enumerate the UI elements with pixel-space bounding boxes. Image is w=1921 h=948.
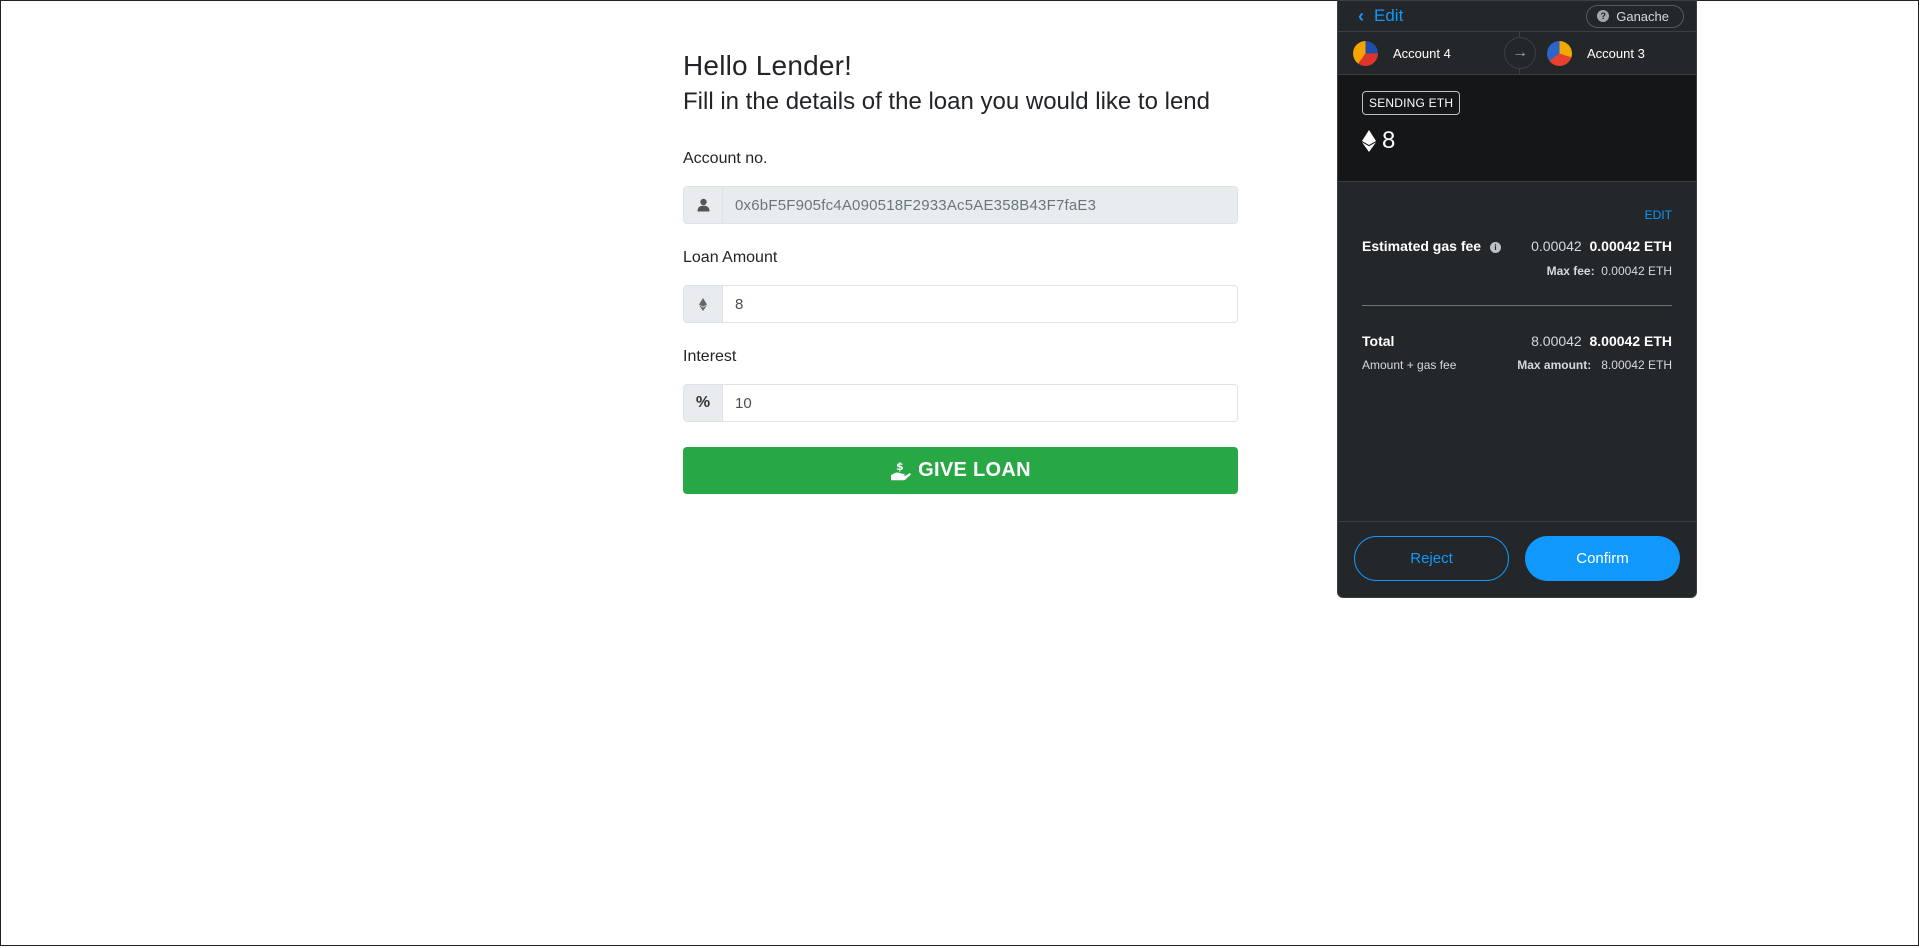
send-amount-value: 8	[1382, 127, 1396, 154]
max-fee-label: Max fee:	[1546, 264, 1595, 278]
max-amount-label: Max amount:	[1517, 358, 1592, 372]
user-icon	[684, 187, 723, 223]
info-icon[interactable]: i	[1489, 241, 1501, 253]
give-loan-label: GIVE LOAN	[918, 459, 1031, 481]
edit-back-button[interactable]: ‹ Edit	[1358, 6, 1403, 27]
account-input[interactable]: 0x6bF5F905fc4A090518F2933Ac5AE358B43F7fa…	[723, 187, 1237, 223]
gas-fee-value: 0.00042	[1531, 238, 1582, 254]
account-label: Account no.	[683, 150, 768, 167]
total-value: 8.00042	[1531, 333, 1582, 349]
interest-input[interactable]: 10	[723, 385, 1237, 421]
edit-back-label: Edit	[1374, 6, 1404, 25]
ethereum-icon	[684, 286, 723, 322]
gas-fee-row: Estimated gas fee i 0.00042 0.00042 ETH	[1362, 238, 1672, 254]
interest-input-group: % 10	[683, 384, 1238, 422]
to-account: Account 3	[1547, 40, 1645, 66]
gas-fee-eth: 0.00042 ETH	[1589, 238, 1673, 254]
wallet-footer: Reject Confirm	[1354, 536, 1680, 581]
send-amount: 8	[1362, 127, 1696, 155]
total-sub-row: Amount + gas fee Max amount: 8.00042 ETH	[1362, 358, 1672, 372]
to-account-name: Account 3	[1587, 45, 1645, 61]
loan-amount-label: Loan Amount	[683, 249, 778, 266]
accounts-row: Account 4 → Account 3	[1338, 32, 1696, 75]
form-instruction: Fill in the details of the loan you woul…	[683, 88, 1210, 115]
hand-holding-usd-icon: $	[891, 460, 911, 480]
total-row: Total 8.00042 8.00042 ETH	[1362, 333, 1672, 349]
greeting-heading: Hello Lender!	[683, 50, 853, 81]
max-fee-value: 0.00042 ETH	[1601, 264, 1672, 278]
max-amount-value: 8.00042 ETH	[1601, 358, 1672, 372]
total-eth: 8.00042 ETH	[1589, 333, 1673, 349]
total-label: Total	[1362, 333, 1395, 349]
gas-fee-label: Estimated gas fee	[1362, 238, 1482, 254]
loan-form: Hello Lender! Fill in the details of the…	[683, 50, 1238, 494]
network-name: Ganache	[1616, 8, 1669, 24]
chevron-left-icon: ‹	[1358, 5, 1364, 26]
account-input-group: 0x6bF5F905fc4A090518F2933Ac5AE358B43F7fa…	[683, 186, 1238, 224]
from-account-avatar	[1353, 40, 1378, 66]
loan-amount-input[interactable]: 8	[723, 286, 1237, 322]
from-account-name: Account 4	[1393, 45, 1451, 61]
total-sub-label: Amount + gas fee	[1362, 358, 1457, 372]
reject-button[interactable]: Reject	[1354, 536, 1509, 581]
gas-fee-section: EDIT Estimated gas fee i 0.00042 0.00042…	[1338, 182, 1696, 522]
ethereum-icon	[1362, 130, 1376, 152]
max-fee-row: Max fee: 0.00042 ETH	[1362, 264, 1672, 278]
gas-divider	[1362, 305, 1672, 306]
sending-eth-badge: SENDING ETH	[1362, 91, 1461, 115]
loan-amount-input-group: 8	[683, 285, 1238, 323]
send-summary: SENDING ETH 8	[1338, 75, 1696, 182]
confirm-button[interactable]: Confirm	[1525, 536, 1680, 581]
percent-icon: %	[684, 385, 723, 421]
wallet-topbar: ‹ Edit ? Ganache	[1338, 1, 1696, 32]
to-account-avatar	[1547, 40, 1572, 66]
from-account: Account 4	[1353, 40, 1451, 66]
arrow-right-icon: →	[1504, 37, 1536, 69]
question-icon: ?	[1597, 10, 1610, 22]
edit-gas-link[interactable]: EDIT	[1645, 208, 1672, 222]
network-selector[interactable]: ? Ganache	[1586, 4, 1684, 28]
interest-label: Interest	[683, 348, 737, 365]
svg-text:$: $	[896, 460, 904, 473]
wallet-popup: ‹ Edit ? Ganache Account 4 → Account 3 S…	[1337, 0, 1697, 598]
give-loan-button[interactable]: $ GIVE LOAN	[683, 447, 1238, 494]
